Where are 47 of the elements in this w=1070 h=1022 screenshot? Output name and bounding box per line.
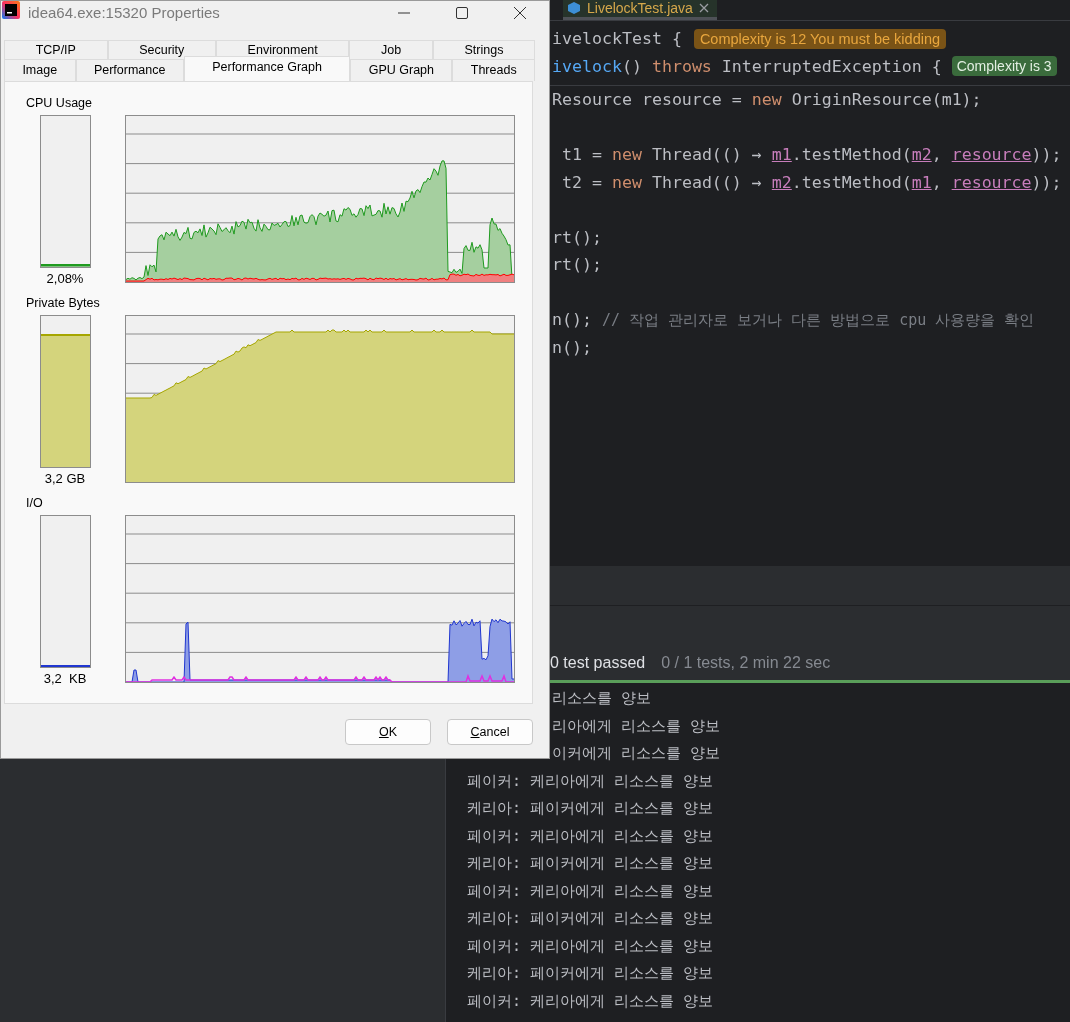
console-line: 이커에게 리소스를 양보 (552, 743, 721, 764)
section-label: I/O (26, 496, 44, 512)
console-line: 케리아: 페이커에게 리소스를 양보 (467, 908, 714, 929)
console-line: 케리아: 페이커에게 리소스를 양보 (467, 798, 714, 819)
meter-reading: 3,2 GB (44, 471, 86, 486)
tab[interactable]: Threads (452, 59, 535, 81)
test-summary: 0 / 1 tests, 2 min 22 sec (661, 653, 831, 672)
console-line: 페이커: 케리아에게 리소스를 양보 (467, 990, 714, 1012)
close-icon[interactable] (698, 3, 709, 13)
dialog-button[interactable]: Cancel (447, 719, 533, 745)
meter-reading: 3,2 KB (43, 671, 87, 686)
code-line: ivelock() throws InterruptedException { (552, 56, 942, 76)
console-line: 리소스를 양보 (552, 688, 652, 709)
tab[interactable]: Performance (75, 59, 184, 81)
test-result: 0 test passed (550, 653, 646, 672)
window-title: idea64.exe:15320 Properties (28, 3, 221, 21)
code-line: n(); (552, 337, 592, 357)
code-line: n(); // 작업 관리자로 보거나 다른 방법으로 cpu 사용량을 확인 (552, 309, 1035, 330)
code-line: rt(); (552, 255, 602, 275)
console-line: 페이커: 케리아에게 리소스를 양보 (467, 935, 714, 957)
console-line: 케리아: 페이커에게 리소스를 양보 (467, 853, 714, 874)
section-label: Private Bytes (26, 296, 101, 312)
console-line: 리아에게 리소스를 양보 (552, 715, 721, 737)
console-line: 페이커: 케리아에게 리소스를 양보 (467, 770, 714, 792)
file-tab[interactable]: LivelockTest.java (563, 0, 717, 20)
java-file-icon (567, 1, 581, 15)
tab[interactable]: GPU Graph (350, 59, 453, 81)
code-line: t2 = new Thread(() → m2.testMethod(m1, resource)); (561, 172, 1062, 192)
tab[interactable]: Security (107, 40, 216, 59)
tab[interactable]: Job (349, 40, 433, 59)
console-line: 케리아: 페이커에게 리소스를 양보 (467, 963, 714, 984)
complexity-badge: Complexity is 12 You must be kidding (693, 28, 947, 49)
dialog-button[interactable]: OK (345, 719, 431, 745)
code-line: rt(); (552, 227, 602, 247)
code-line: t1 = new Thread(() → m1.testMethod(m2, resource)); (561, 145, 1062, 165)
tab[interactable]: TCP/IP (4, 40, 108, 59)
tab[interactable]: Performance Graph (183, 56, 351, 81)
meter-reading: 2,08% (46, 271, 84, 286)
console-line: 페이커: 케리아에게 리소스를 양보 (467, 880, 714, 902)
tab[interactable]: Image (4, 59, 76, 81)
tab[interactable]: Strings (432, 40, 536, 59)
console-line: 페이커: 케리아에게 리소스를 양보 (467, 825, 714, 847)
code-line: ivelockTest { (552, 29, 682, 49)
complexity-badge: Complexity is 3 (951, 56, 1057, 77)
app-icon (2, 1, 20, 19)
code-line: Resource resource = new OriginResource(m1); (552, 90, 982, 110)
section-label: CPU Usage (26, 96, 93, 112)
